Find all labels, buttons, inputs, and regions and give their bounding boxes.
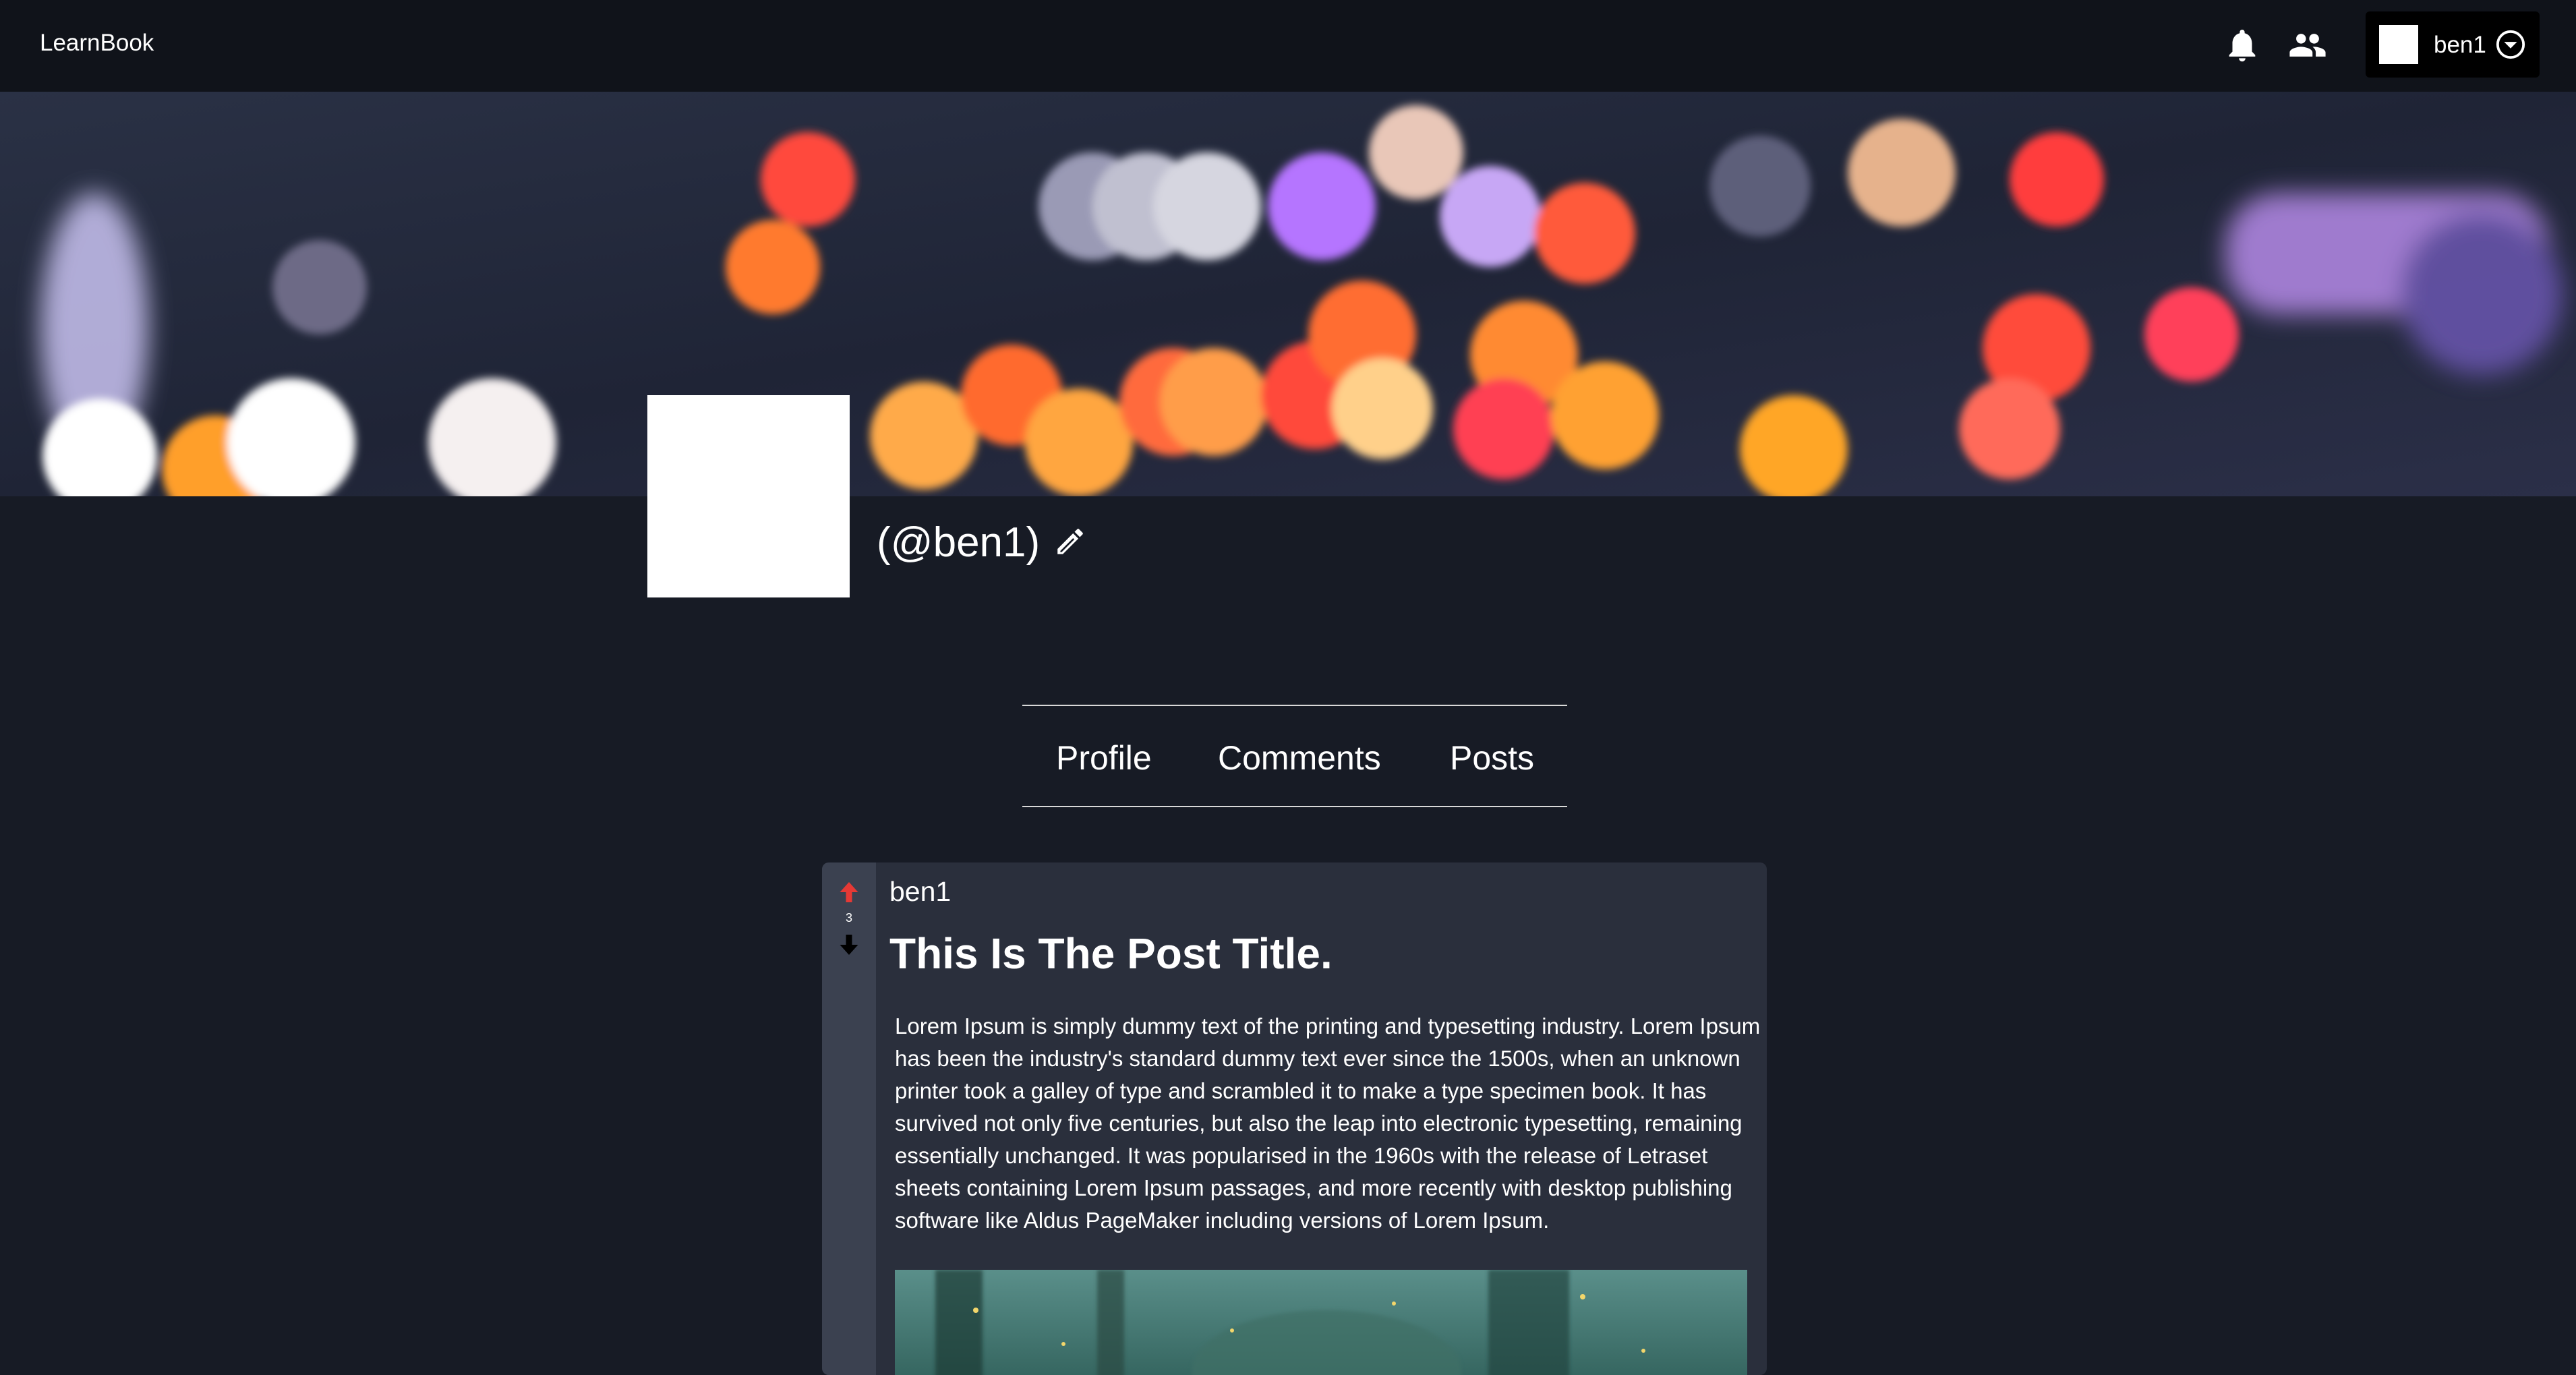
top-navbar: LearnBook ben1 — [0, 0, 2576, 92]
pencil-icon[interactable] — [1053, 525, 1087, 558]
vote-count: 3 — [845, 911, 852, 925]
profile-avatar — [647, 395, 850, 597]
bell-icon[interactable] — [2223, 26, 2262, 65]
post-title[interactable]: This Is The Post Title. — [889, 929, 1333, 978]
vote-column: 3 — [822, 862, 876, 1375]
people-icon[interactable] — [2288, 26, 2327, 65]
profile-tabs: Profile Comments Posts — [1022, 705, 1567, 807]
tab-comments[interactable]: Comments — [1218, 738, 1381, 778]
profile-handle: (@ben1) — [877, 519, 1041, 566]
cover-image — [0, 92, 2576, 496]
post-image — [895, 1270, 1747, 1375]
user-menu-button[interactable]: ben1 — [2366, 11, 2540, 78]
user-menu-name: ben1 — [2434, 32, 2486, 58]
user-avatar — [2379, 25, 2418, 64]
post-author[interactable]: ben1 — [889, 876, 951, 908]
upvote-arrow-icon[interactable] — [837, 879, 861, 906]
app-brand[interactable]: LearnBook — [40, 30, 154, 57]
chevron-down-circle-icon — [2496, 30, 2525, 59]
downvote-arrow-icon[interactable] — [837, 931, 861, 958]
post-body: Lorem Ipsum is simply dummy text of the … — [895, 1014, 1761, 1233]
post-card: 3 ben1 This Is The Post Title. Lorem Ips… — [822, 862, 1767, 1375]
tab-posts[interactable]: Posts — [1450, 738, 1534, 778]
tab-profile[interactable]: Profile — [1056, 738, 1152, 778]
